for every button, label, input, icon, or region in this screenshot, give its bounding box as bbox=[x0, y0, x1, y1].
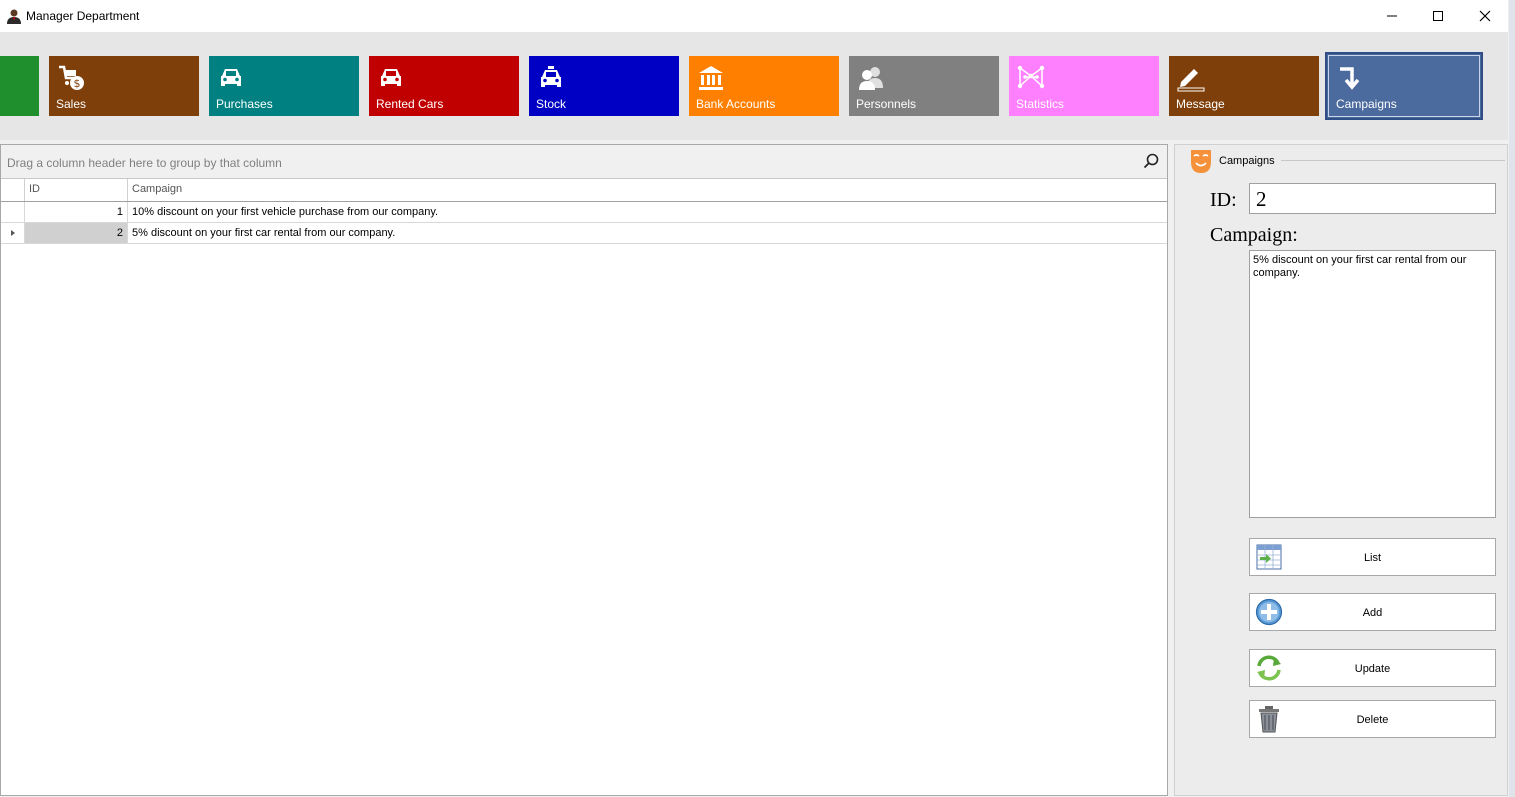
group-title: Campaigns bbox=[1219, 155, 1275, 167]
row-indicator-header bbox=[1, 179, 25, 201]
tile-label: Statistics bbox=[1016, 97, 1065, 111]
cell-campaign[interactable]: 5% discount on your first car rental fro… bbox=[128, 223, 1167, 243]
window-title: Manager Department bbox=[26, 9, 140, 23]
delete-button[interactable]: Delete bbox=[1249, 700, 1496, 738]
row-indicator bbox=[1, 223, 25, 243]
arrow-turn-down-icon bbox=[1340, 67, 1360, 90]
delete-button-label: Delete bbox=[1356, 714, 1389, 726]
people-icon bbox=[859, 67, 883, 90]
maximize-button[interactable] bbox=[1415, 0, 1461, 32]
focused-row-arrow-icon bbox=[11, 230, 15, 236]
network-icon bbox=[1017, 65, 1045, 89]
group-panel-hint: Drag a column header here to group by th… bbox=[7, 156, 282, 170]
navigation-tile-bar: $ Sales Purchases Rented Cars Stock Bank… bbox=[0, 32, 1508, 140]
table-row[interactable]: 1 10% discount on your first vehicle pur… bbox=[1, 202, 1167, 223]
minimize-icon bbox=[1387, 15, 1397, 17]
campaigns-grid: Drag a column header here to group by th… bbox=[0, 144, 1168, 796]
tile-sales[interactable]: $ Sales bbox=[49, 56, 199, 116]
tile-message[interactable]: Message bbox=[1169, 56, 1319, 116]
manager-avatar-icon bbox=[7, 9, 21, 24]
mask-icon bbox=[1191, 150, 1211, 173]
tile-partial[interactable] bbox=[0, 56, 39, 116]
tile-label: Personnels bbox=[856, 97, 917, 111]
column-header-id[interactable]: ID bbox=[25, 179, 128, 201]
tile-stock[interactable]: Stock bbox=[529, 56, 679, 116]
tile-label: Campaigns bbox=[1336, 97, 1397, 111]
tile-label: Stock bbox=[536, 97, 567, 111]
cell-campaign[interactable]: 10% discount on your first vehicle purch… bbox=[128, 202, 1167, 222]
window-edge bbox=[1509, 0, 1515, 797]
tile-label: Bank Accounts bbox=[696, 97, 776, 111]
maximize-icon bbox=[1433, 11, 1443, 21]
cell-id[interactable]: 1 bbox=[25, 202, 128, 222]
id-field[interactable]: 2 bbox=[1249, 183, 1496, 214]
campaign-label: Campaign: bbox=[1210, 224, 1298, 246]
tile-label: Sales bbox=[56, 97, 87, 111]
title-bar: Manager Department bbox=[0, 0, 1508, 32]
car-icon bbox=[381, 69, 401, 86]
minimize-button[interactable] bbox=[1369, 0, 1415, 32]
grid-header: ID Campaign bbox=[1, 179, 1167, 202]
tile-personnels[interactable]: Personnels bbox=[849, 56, 999, 116]
group-header: Campaigns bbox=[1187, 147, 1281, 175]
tile-purchases[interactable]: Purchases bbox=[209, 56, 359, 116]
list-button[interactable]: List bbox=[1249, 538, 1496, 576]
tile-campaigns[interactable]: Campaigns bbox=[1325, 52, 1483, 120]
bank-icon bbox=[699, 66, 723, 90]
tile-rented-cars[interactable]: Rented Cars bbox=[369, 56, 519, 116]
column-header-campaign[interactable]: Campaign bbox=[128, 179, 1167, 201]
svg-text:$: $ bbox=[74, 77, 81, 90]
search-icon[interactable] bbox=[1143, 153, 1159, 169]
tile-statistics[interactable]: Statistics bbox=[1009, 56, 1159, 116]
tile-bank-accounts[interactable]: Bank Accounts bbox=[689, 56, 839, 116]
tile-label: Rented Cars bbox=[376, 97, 444, 111]
update-button[interactable]: Update bbox=[1249, 649, 1496, 687]
car-icon bbox=[221, 69, 241, 86]
campaign-form-panel: Campaigns ID: 2 Campaign: 5% discount on… bbox=[1174, 144, 1508, 796]
row-indicator bbox=[1, 202, 25, 222]
table-row[interactable]: 2 5% discount on your first car rental f… bbox=[1, 223, 1167, 244]
group-panel[interactable]: Drag a column header here to group by th… bbox=[1, 145, 1167, 179]
tile-label: Message bbox=[1176, 97, 1225, 111]
taxi-icon bbox=[541, 66, 561, 87]
cell-id[interactable]: 2 bbox=[25, 223, 128, 243]
id-label: ID: bbox=[1210, 189, 1237, 211]
list-button-label: List bbox=[1363, 552, 1382, 564]
campaign-textarea[interactable]: 5% discount on your first car rental fro… bbox=[1249, 250, 1496, 518]
update-button-label: Update bbox=[1354, 663, 1391, 675]
cart-dollar-icon: $ bbox=[59, 65, 84, 90]
add-button[interactable]: Add bbox=[1249, 593, 1496, 631]
close-button[interactable] bbox=[1462, 0, 1508, 32]
close-icon bbox=[1479, 10, 1491, 22]
tile-label: Purchases bbox=[216, 97, 273, 111]
add-button-label: Add bbox=[1362, 607, 1383, 619]
pencil-icon bbox=[1177, 69, 1205, 92]
